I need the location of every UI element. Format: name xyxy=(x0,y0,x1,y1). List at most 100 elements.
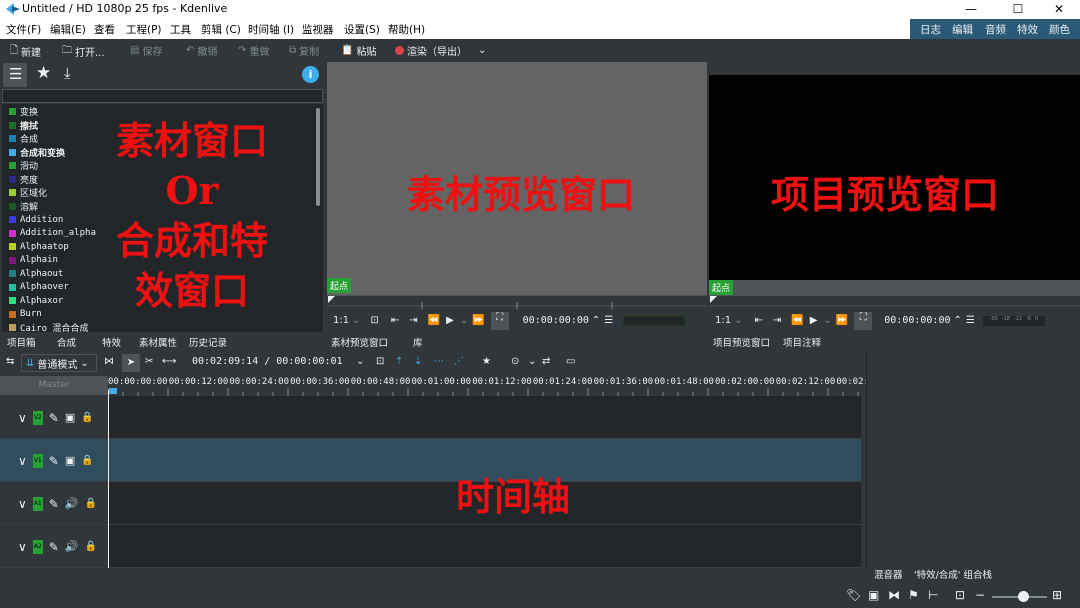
effects-wand-icon[interactable]: ✎ xyxy=(49,411,59,425)
effect-list-item[interactable]: Alphaover xyxy=(2,281,69,295)
tab-clip-monitor[interactable]: 素材预览窗口 xyxy=(331,335,388,349)
menu-monitor[interactable]: 监视器 xyxy=(302,22,334,37)
favorite-star-icon[interactable]: ★ xyxy=(482,356,491,367)
layout-color[interactable]: 颜色 xyxy=(1049,22,1070,37)
effects-wand-icon[interactable]: ✎ xyxy=(49,497,59,511)
effect-list-item[interactable]: 合成 xyxy=(2,132,38,146)
spacer-tool-icon[interactable]: ⟷ xyxy=(162,356,176,367)
split-audio-icon[interactable]: ⧓ xyxy=(888,588,900,602)
layout-logging[interactable]: 日志 xyxy=(920,22,941,37)
set-in-point-icon[interactable]: ⇤ xyxy=(391,315,399,326)
info-icon[interactable]: i xyxy=(302,66,319,83)
zoom-in-icon[interactable]: ⊞ xyxy=(1052,588,1062,602)
clip-monitor-screen[interactable]: 素材预览窗口 起点 xyxy=(327,62,707,295)
save-button[interactable]: ▤ 保存 xyxy=(130,43,162,58)
layout-audio[interactable]: 音频 xyxy=(985,22,1006,37)
tab-history[interactable]: 历史记录 xyxy=(189,335,227,349)
effect-list-item[interactable]: Addition_alpha xyxy=(2,227,96,241)
tab-project-monitor[interactable]: 项目预览窗口 xyxy=(713,335,770,349)
effect-list-item[interactable]: 溶解 xyxy=(2,200,38,214)
spin-icon[interactable]: ⌃ xyxy=(592,315,600,326)
lift-icon[interactable]: ⇡ xyxy=(395,356,403,367)
effect-list-item[interactable]: 变换 xyxy=(2,105,38,119)
effect-list-item[interactable]: Burn xyxy=(2,308,42,322)
effect-list-item[interactable]: Cairo 混合合成 xyxy=(2,321,89,332)
playhead[interactable] xyxy=(108,390,109,568)
tab-project-notes[interactable]: 项目注释 xyxy=(783,335,821,349)
track-row-a2[interactable]: ∨ A2 ✎ 🔊 🔒 xyxy=(0,525,861,568)
tab-effect-stack[interactable]: '特效/合成' 组合栈 xyxy=(914,567,992,581)
render-button[interactable]: 渲染（导出） ⌄ xyxy=(395,43,486,58)
select-tool-icon[interactable]: ➤ xyxy=(122,354,140,372)
track-row-v2[interactable]: ∨ V2 ✎ ▣ 🔒 xyxy=(0,396,861,439)
minimize-button[interactable]: — xyxy=(948,0,994,19)
effects-search-input[interactable] xyxy=(2,89,323,103)
speaker-icon[interactable]: 🔊 xyxy=(65,497,79,510)
maximize-button[interactable]: ☐ xyxy=(995,0,1041,19)
project-monitor-ruler[interactable] xyxy=(709,295,1080,309)
set-in-point-icon[interactable]: ⇤ xyxy=(754,315,762,326)
forward-icon[interactable]: ⏩ xyxy=(836,315,848,326)
rewind-icon[interactable]: ⏪ xyxy=(428,315,440,326)
film-icon[interactable]: ▣ xyxy=(65,454,75,467)
download-icon[interactable]: ⤓ xyxy=(64,64,71,82)
project-menu-icon[interactable]: ☰ xyxy=(966,315,975,326)
effects-wand-icon[interactable]: ✎ xyxy=(49,540,59,554)
chevron-down-icon[interactable]: ⌄ xyxy=(356,356,364,367)
menu-edit[interactable]: 编辑(E) xyxy=(50,22,86,37)
layout-effects[interactable]: 特效 xyxy=(1017,22,1038,37)
play-icon[interactable]: ▶ xyxy=(446,315,454,326)
track-row-v1[interactable]: ∨ V1 ✎ ▣ 🔒 xyxy=(0,439,861,482)
flag-icon[interactable]: ⚑ xyxy=(908,588,919,602)
timeline-ruler[interactable]: 00:00:00:00 00:00:12:00 00:00:24:00 00:00:3… xyxy=(108,376,869,396)
tab-mixer[interactable]: 混音器 xyxy=(874,567,903,581)
razor-tool-icon[interactable]: ✂ xyxy=(145,356,153,367)
menu-timeline[interactable]: 时间轴 (I) xyxy=(248,22,294,37)
clip-timecode[interactable]: 00:00:00:00 xyxy=(523,315,589,326)
effect-list-item[interactable]: Alphaxor xyxy=(2,294,63,308)
tab-effects[interactable]: 特效 xyxy=(102,335,121,349)
tab-library[interactable]: 库 xyxy=(413,335,423,349)
zoom-slider-handle[interactable] xyxy=(1018,591,1029,602)
redo-button[interactable]: ↷ 重做 xyxy=(238,43,269,58)
collapse-icon[interactable]: ∨ xyxy=(18,497,27,511)
timeline-position[interactable]: 00:02:09:14 / 00:00:00:01 xyxy=(192,356,343,367)
set-out-point-icon[interactable]: ⇥ xyxy=(409,315,417,326)
paste-button[interactable]: 📋 粘贴 xyxy=(341,43,376,58)
open-button[interactable]: 🗀 打开... xyxy=(62,43,105,60)
insert-icon[interactable]: ⋯ xyxy=(434,356,444,367)
effects-scrollbar[interactable] xyxy=(316,108,320,206)
spin-icon[interactable]: ⌃ xyxy=(954,315,962,326)
audio-thumb-icon[interactable]: ▭ xyxy=(566,356,575,367)
effect-list-item[interactable]: Alphaatop xyxy=(2,240,69,254)
tab-clip-properties[interactable]: 素材属性 xyxy=(139,335,177,349)
new-button[interactable]: 🗋 新建 xyxy=(10,43,41,60)
film-icon[interactable]: ▣ xyxy=(868,588,879,602)
forward-icon[interactable]: ⏩ xyxy=(472,315,484,326)
clip-zoom-select[interactable]: 1:1 xyxy=(333,315,349,326)
lock-icon[interactable]: 🔒 xyxy=(85,541,97,552)
menu-project[interactable]: 工程(P) xyxy=(126,22,162,37)
fullscreen-icon[interactable]: ⛶ xyxy=(490,311,509,330)
film-icon[interactable]: ▣ xyxy=(65,411,75,424)
lock-icon[interactable]: 🔒 xyxy=(81,412,93,423)
menu-clip[interactable]: 剪辑 (C) xyxy=(201,22,241,37)
list-view-button[interactable]: ☰ xyxy=(3,63,27,87)
edit-mode-select[interactable]: ⇊ 普通模式 ⌄ xyxy=(21,354,97,372)
zone-icon[interactable]: ⊡ xyxy=(376,356,384,367)
favorites-icon[interactable]: ★ xyxy=(36,63,51,83)
project-monitor-screen[interactable]: 项目预览窗口 xyxy=(709,75,1080,295)
menu-help[interactable]: 帮助(H) xyxy=(388,22,425,37)
menu-tools[interactable]: 工具 xyxy=(170,22,191,37)
switch-icon[interactable]: ⇆ xyxy=(6,356,14,367)
clip-menu-icon[interactable]: ☰ xyxy=(604,315,613,326)
effect-list-item[interactable]: 区域化 xyxy=(2,186,47,200)
project-zoom-select[interactable]: 1:1 xyxy=(715,315,731,326)
menu-view[interactable]: 查看 xyxy=(94,22,115,37)
collapse-icon[interactable]: ∨ xyxy=(18,411,27,425)
close-button[interactable]: ✕ xyxy=(1036,0,1080,19)
effect-list-item[interactable]: Alphaout xyxy=(2,267,63,281)
track-row-a1[interactable]: ∨ A1 ✎ 🔊 🔒 xyxy=(0,482,861,525)
overwrite-icon[interactable]: ⇣ xyxy=(414,356,422,367)
effect-list-item[interactable]: 亮度 xyxy=(2,173,38,187)
